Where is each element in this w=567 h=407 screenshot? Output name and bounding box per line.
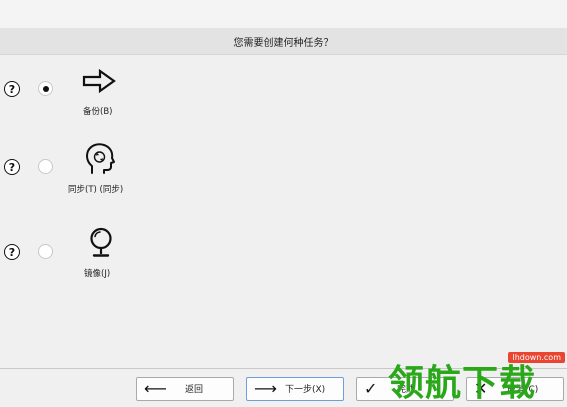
back-button[interactable]: ⟵ 返回 (136, 377, 234, 401)
cancel-button[interactable]: ✕ 取消(C) (466, 377, 564, 401)
radio-sync[interactable] (38, 159, 53, 174)
radio-mirror[interactable] (38, 244, 53, 259)
top-area (0, 0, 567, 28)
watermark-url: lhdown.com (508, 352, 565, 363)
mirror-icon (90, 227, 112, 257)
help-icon-sync[interactable]: ? (4, 159, 20, 175)
wizard-header: 您需要创建何种任务？ (0, 28, 567, 55)
help-icon-mirror[interactable]: ? (4, 244, 20, 260)
task-label-backup: 备份(B) (83, 107, 113, 117)
task-label-mirror: 镜像(J) (84, 269, 111, 279)
task-label-sync: 同步(T) (同步) (68, 185, 124, 195)
header-question: 您需要创建何种任务？ (233, 37, 334, 49)
help-icon-backup[interactable]: ? (4, 81, 20, 97)
radio-selected-dot (42, 85, 49, 92)
close-icon: ✕ (474, 379, 488, 398)
arrow-left-icon: ⟵ (144, 379, 167, 398)
arrow-right-outline-icon (82, 68, 116, 94)
arrow-right-icon: ⟶ (254, 379, 277, 398)
wizard-footer: ⟵ 返回 ⟶ 下一步(X) ✓ 完成 ✕ 取消(C) (0, 368, 567, 407)
radio-backup[interactable] (38, 81, 53, 96)
next-button[interactable]: ⟶ 下一步(X) (246, 377, 344, 401)
check-icon: ✓ (364, 379, 378, 398)
head-sync-icon (86, 143, 115, 174)
finish-button[interactable]: ✓ 完成 (356, 377, 454, 401)
